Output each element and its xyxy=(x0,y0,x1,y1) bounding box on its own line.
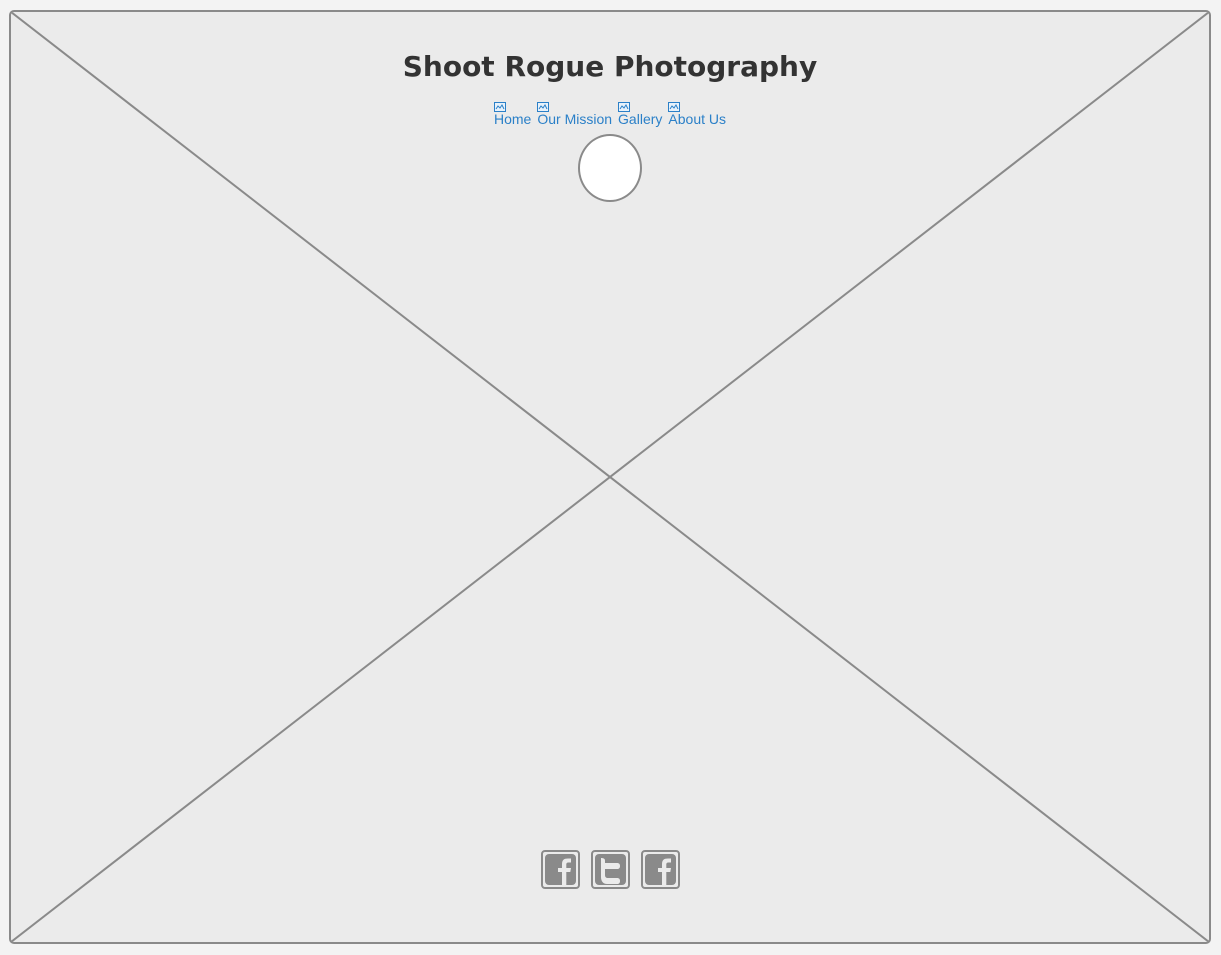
facebook-icon xyxy=(544,854,576,885)
broken-image-icon xyxy=(618,102,631,112)
site-title: Shoot Rogue Photography xyxy=(402,50,818,83)
twitter-icon xyxy=(594,854,626,885)
main-navigation: Home Our Mission Gallery About Us xyxy=(11,102,1209,127)
facebook-icon xyxy=(644,854,676,885)
nav-link-label: Gallery xyxy=(618,111,663,127)
broken-image-icon xyxy=(537,102,550,112)
social-links xyxy=(11,850,1209,889)
nav-link-label: Our Mission xyxy=(537,111,613,127)
nav-link-about-us[interactable]: About Us xyxy=(668,102,726,127)
logo-placeholder[interactable] xyxy=(578,134,642,202)
facebook-button[interactable] xyxy=(540,850,580,889)
nav-link-label: About Us xyxy=(668,111,726,127)
facebook-button[interactable] xyxy=(640,850,680,889)
nav-link-gallery[interactable]: Gallery xyxy=(618,102,662,127)
nav-link-our-mission[interactable]: Our Mission xyxy=(537,102,612,127)
twitter-button[interactable] xyxy=(590,850,630,889)
background-image-placeholder: Shoot Rogue Photography Home Our Mission… xyxy=(9,10,1211,944)
nav-link-home[interactable]: Home xyxy=(494,102,531,127)
broken-image-icon xyxy=(668,102,681,112)
broken-image-icon xyxy=(494,102,506,112)
nav-link-label: Home xyxy=(494,111,532,127)
